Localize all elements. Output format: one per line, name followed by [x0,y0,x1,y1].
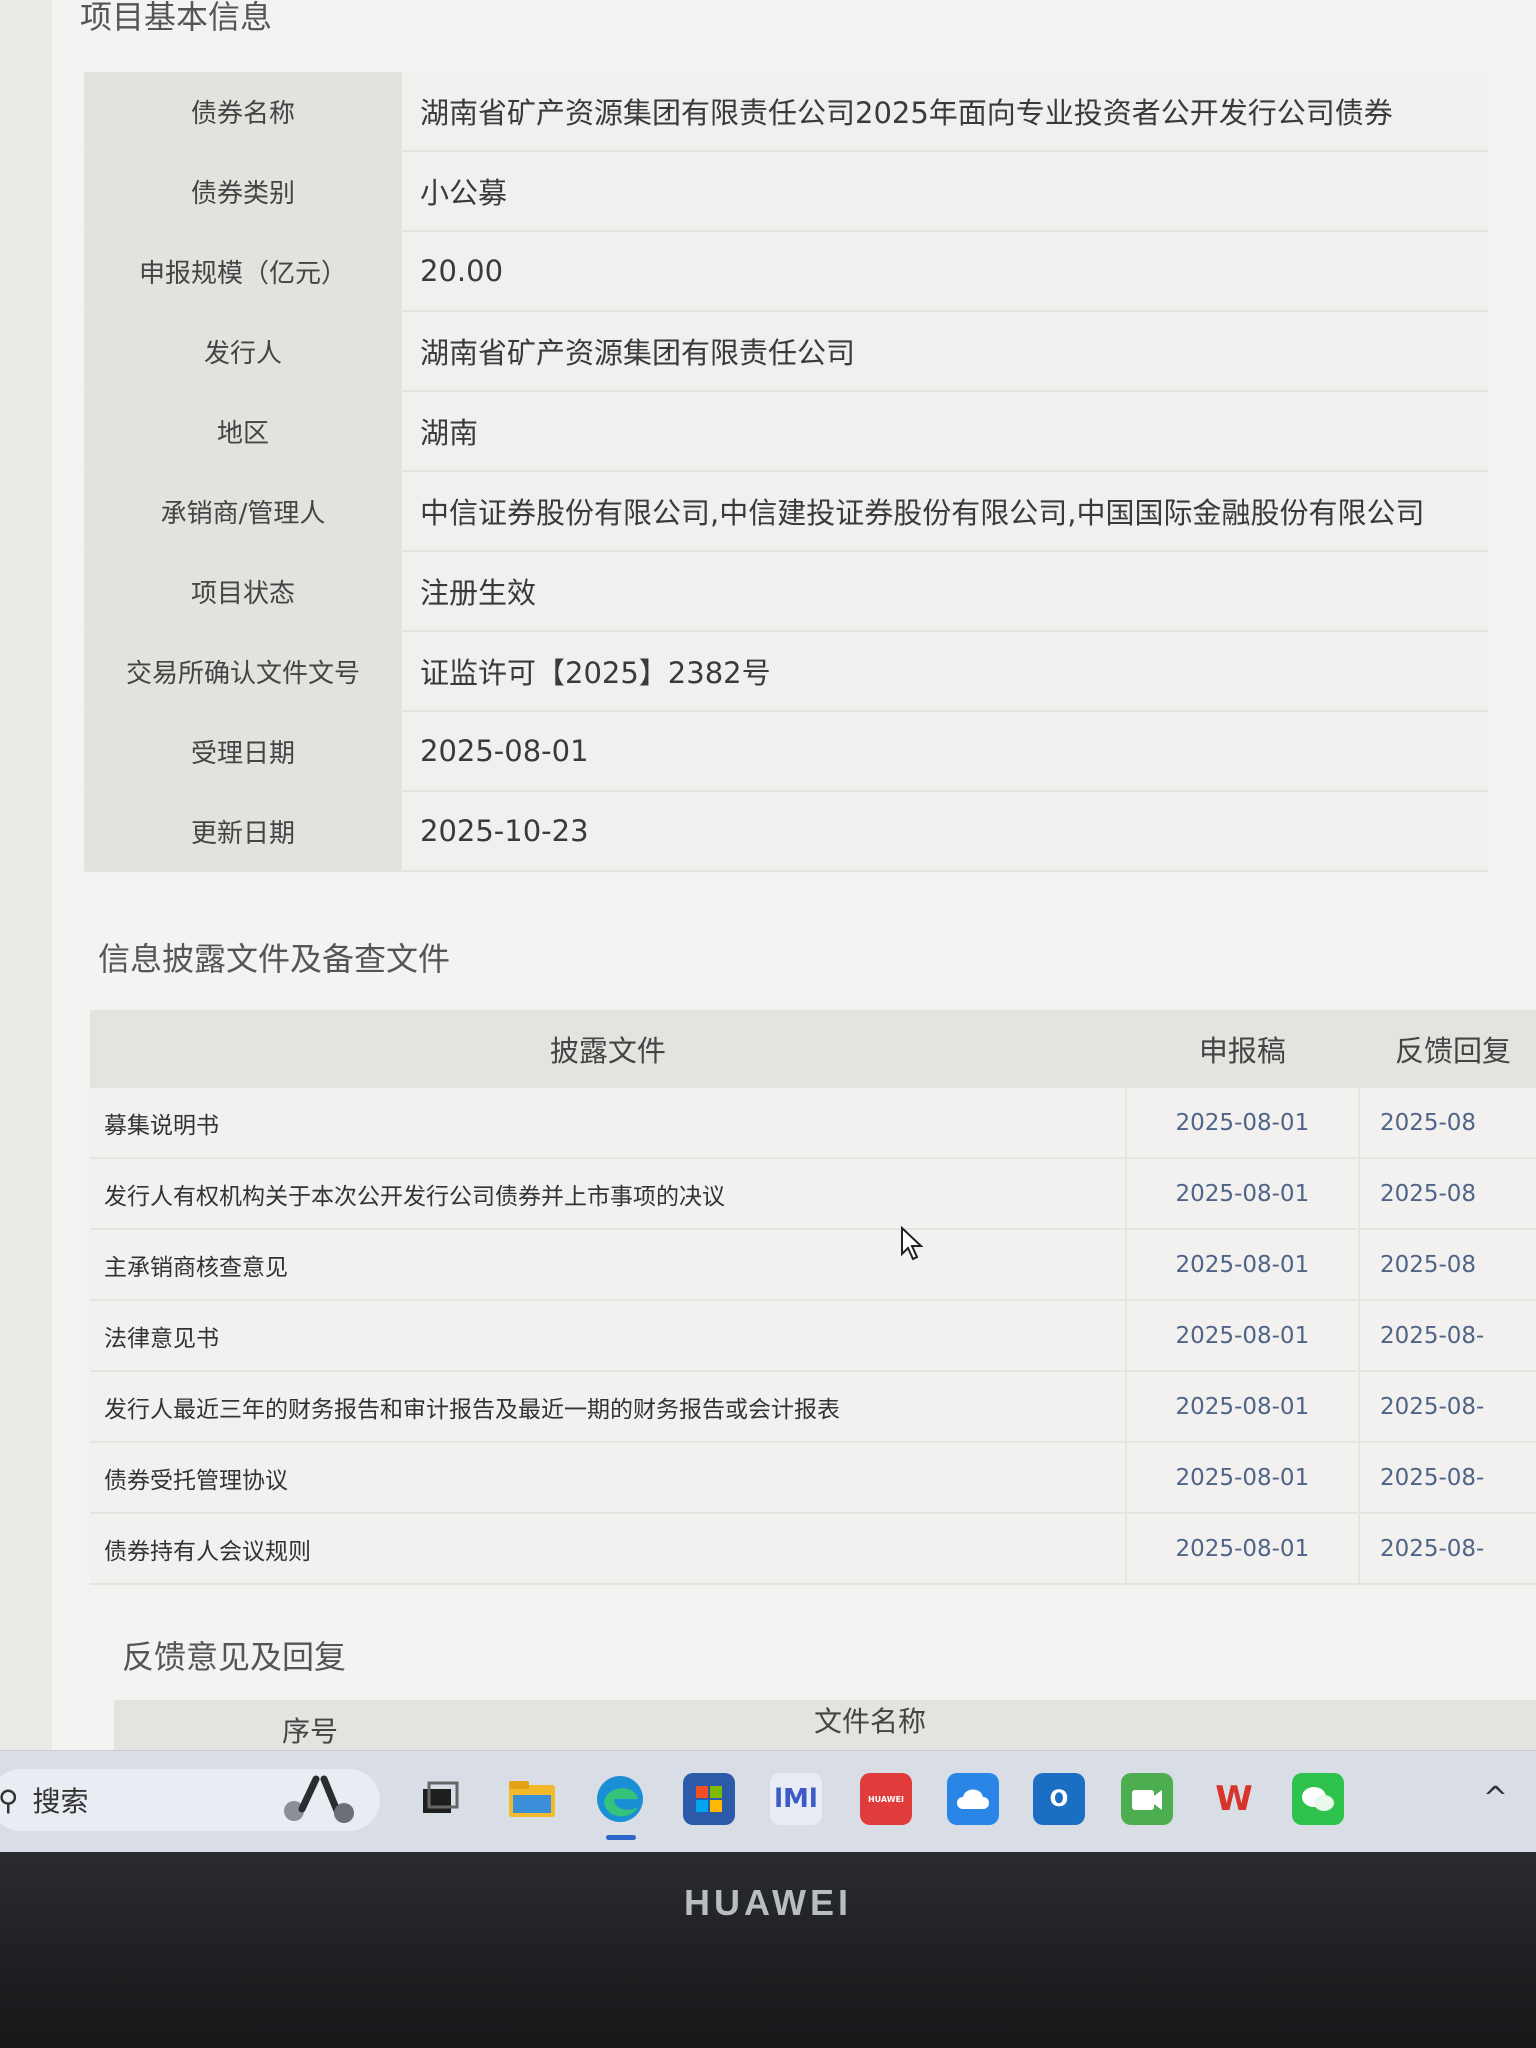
info-label: 债券类别 [84,151,402,232]
taskbar: ⚲ 搜索 lMl HUAWEI O W ^ [0,1750,1536,1852]
reply-date-link[interactable]: 2025-08- [1357,1442,1536,1514]
cloud-icon[interactable] [947,1773,999,1825]
disclosure-section-title: 信息披露文件及备查文件 [98,940,451,978]
store-icon[interactable] [683,1773,735,1825]
info-value: 2025-08-01 [402,711,1488,792]
app-icon[interactable]: lMl [770,1773,822,1825]
info-label: 承销商/管理人 [84,471,402,552]
disclosure-file-name[interactable]: 募集说明书 [90,1088,1126,1159]
info-row: 地区 湖南 [84,391,1488,472]
info-value: 2025-10-23 [402,791,1488,872]
disclosure-row: 债券持有人会议规则 2025-08-01 2025-08- [90,1513,1536,1585]
info-value: 注册生效 [402,551,1488,632]
huawei-appgallery-icon[interactable]: HUAWEI [860,1773,912,1825]
draft-date-link[interactable]: 2025-08-01 [1124,1088,1359,1159]
disclosure-file-name[interactable]: 发行人最近三年的财务报告和审计报告及最近一期的财务报告或会计报表 [90,1371,1126,1443]
disclosure-file-name[interactable]: 法律意见书 [90,1300,1126,1372]
chevron-up-icon[interactable]: ^ [1483,1781,1508,1816]
widgets-icon[interactable] [272,1773,364,1827]
laptop-brand-logo: HUAWEI [684,1882,852,1923]
info-table: 债券名称 湖南省矿产资源集团有限责任公司2025年面向专业投资者公开发行公司债券债… [84,72,1488,872]
wechat-icon[interactable] [1292,1773,1344,1825]
info-row: 债券类别 小公募 [84,151,1488,232]
edge-icon[interactable] [594,1773,646,1825]
info-value: 湖南 [402,391,1488,472]
file-explorer-icon[interactable] [506,1773,558,1825]
disclosure-row: 主承销商核查意见 2025-08-01 2025-08 [90,1229,1536,1301]
draft-date-link[interactable]: 2025-08-01 [1124,1371,1359,1443]
disclosure-table: 披露文件 申报稿 反馈回复 募集说明书 2025-08-01 2025-08 发行人有… [90,1010,1536,1585]
info-label: 地区 [84,391,402,472]
screen: 项目基本信息 债券名称 湖南省矿产资源集团有限责任公司2025年面向专业投资者公开… [0,0,1536,1852]
info-value: 20.00 [402,231,1488,312]
draft-date-link[interactable]: 2025-08-01 [1124,1513,1359,1585]
task-view-icon[interactable] [413,1773,465,1825]
reply-date-link[interactable]: 2025-08- [1357,1371,1536,1443]
info-row: 交易所确认文件文号 证监许可【2025】2382号 [84,631,1488,712]
disclosure-row: 募集说明书 2025-08-01 2025-08 [90,1088,1536,1159]
search-icon: ⚲ [0,1783,19,1817]
info-label: 债券名称 [84,72,402,152]
info-value: 中信证券股份有限公司,中信建投证券股份有限公司,中国国际金融股份有限公司 [402,471,1488,552]
feedback-section-title: 反馈意见及回复 [122,1638,347,1676]
header-reply[interactable]: 反馈回复 [1358,1010,1536,1088]
disclosure-row: 法律意见书 2025-08-01 2025-08- [90,1300,1536,1372]
draft-date-link[interactable]: 2025-08-01 [1124,1158,1359,1230]
info-value: 湖南省矿产资源集团有限责任公司 [402,311,1488,392]
disclosure-file-name[interactable]: 债券持有人会议规则 [90,1513,1126,1585]
web-page: 项目基本信息 债券名称 湖南省矿产资源集团有限责任公司2025年面向专业投资者公开… [52,0,1536,1760]
wps-icon[interactable]: W [1208,1773,1260,1825]
header-draft[interactable]: 申报稿 [1125,1010,1359,1088]
info-row: 更新日期 2025-10-23 [84,791,1488,872]
disclosure-file-name[interactable]: 债券受托管理协议 [90,1442,1126,1514]
disclosure-file-name[interactable]: 主承销商核查意见 [90,1229,1126,1301]
info-label: 交易所确认文件文号 [84,631,402,712]
info-row: 受理日期 2025-08-01 [84,711,1488,792]
info-label: 项目状态 [84,551,402,632]
info-row: 发行人 湖南省矿产资源集团有限责任公司 [84,311,1488,392]
info-row: 承销商/管理人 中信证券股份有限公司,中信建投证券股份有限公司,中国国际金融股份有… [84,471,1488,552]
info-row: 项目状态 注册生效 [84,551,1488,632]
info-value: 湖南省矿产资源集团有限责任公司2025年面向专业投资者公开发行公司债券 [402,72,1488,152]
search-label: 搜索 [32,1785,89,1818]
info-label: 发行人 [84,311,402,392]
active-app-indicator [606,1835,636,1840]
info-value: 小公募 [402,151,1488,232]
draft-date-link[interactable]: 2025-08-01 [1124,1300,1359,1372]
reply-date-link[interactable]: 2025-08 [1357,1158,1536,1230]
disclosure-row: 发行人最近三年的财务报告和审计报告及最近一期的财务报告或会计报表 2025-08-… [90,1371,1536,1443]
meeting-icon[interactable] [1121,1773,1173,1825]
taskbar-search[interactable]: ⚲ 搜索 [0,1769,380,1831]
header-file[interactable]: 披露文件 [90,1010,1126,1088]
info-row: 申报规模（亿元） 20.00 [84,231,1488,312]
reply-date-link[interactable]: 2025-08 [1357,1229,1536,1301]
disclosure-row: 债券受托管理协议 2025-08-01 2025-08- [90,1442,1536,1514]
reply-date-link[interactable]: 2025-08- [1357,1513,1536,1585]
disclosure-file-name[interactable]: 发行人有权机构关于本次公开发行公司债券并上市事项的决议 [90,1158,1126,1230]
info-value: 证监许可【2025】2382号 [402,631,1488,712]
info-label: 受理日期 [84,711,402,792]
info-section-title: 项目基本信息 [80,0,273,36]
reply-date-link[interactable]: 2025-08- [1357,1300,1536,1372]
header-index[interactable]: 序号 [282,1710,338,1750]
info-label: 更新日期 [84,791,402,872]
info-row: 债券名称 湖南省矿产资源集团有限责任公司2025年面向专业投资者公开发行公司债券 [84,72,1488,152]
outlook-icon[interactable]: O [1033,1773,1085,1825]
draft-date-link[interactable]: 2025-08-01 [1124,1229,1359,1301]
info-label: 申报规模（亿元） [84,231,402,312]
draft-date-link[interactable]: 2025-08-01 [1124,1442,1359,1514]
mouse-cursor-icon [901,1226,924,1261]
reply-date-link[interactable]: 2025-08 [1357,1088,1536,1159]
disclosure-row: 发行人有权机构关于本次公开发行公司债券并上市事项的决议 2025-08-01 202… [90,1158,1536,1230]
header-filename[interactable]: 文件名称 [814,1700,926,1740]
